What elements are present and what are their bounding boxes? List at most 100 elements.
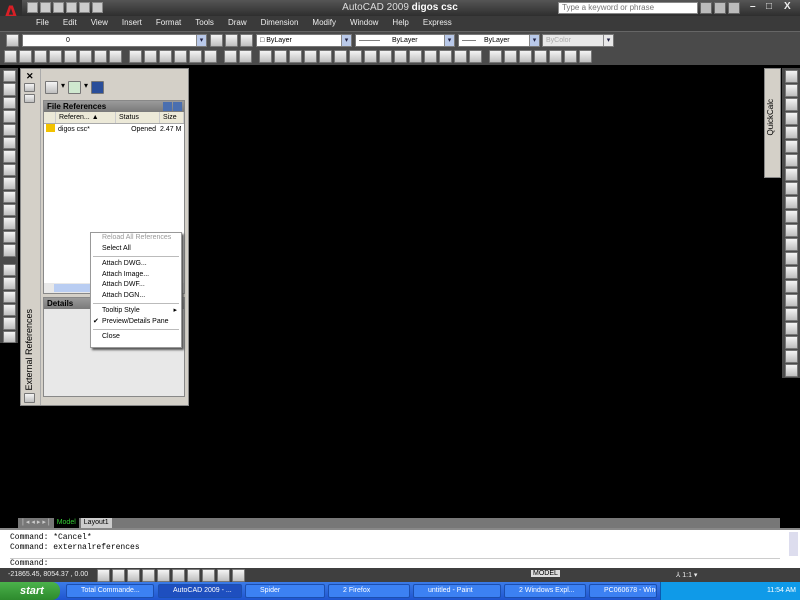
draw-tool-icon[interactable]: [2, 96, 16, 110]
tree-view-icon[interactable]: [173, 102, 182, 111]
undo-icon[interactable]: [79, 2, 90, 13]
draw-tool-icon[interactable]: [2, 290, 16, 303]
draw-tool-icon[interactable]: [2, 150, 16, 163]
menu-insert[interactable]: Insert: [115, 16, 149, 31]
toolbar-tool-icon[interactable]: [204, 50, 217, 63]
modify-tool-icon[interactable]: [784, 350, 798, 363]
draw-tool-icon[interactable]: [2, 190, 16, 204]
toolbar-tool-icon[interactable]: [364, 50, 377, 63]
taskbar-item[interactable]: Total Commande...: [66, 584, 154, 598]
context-menu-item[interactable]: Reload All References: [91, 233, 181, 244]
modify-tool-icon[interactable]: [784, 322, 798, 335]
column-status[interactable]: Status: [116, 112, 160, 123]
menu-express[interactable]: Express: [416, 16, 459, 31]
toolbar-tool-icon[interactable]: [79, 50, 92, 63]
draw-tool-icon[interactable]: [2, 230, 16, 244]
layer-state-icon[interactable]: [240, 34, 253, 47]
toolbar-tool-icon[interactable]: [504, 50, 517, 63]
toolbar-tool-icon[interactable]: [34, 50, 47, 63]
context-menu-item[interactable]: Attach DWF...: [91, 280, 181, 291]
draw-tool-icon[interactable]: [2, 263, 16, 277]
modify-tool-icon[interactable]: [784, 70, 798, 83]
draw-tool-icon[interactable]: [2, 317, 16, 330]
close-icon[interactable]: ✕: [26, 71, 34, 82]
context-menu-item[interactable]: Attach DGN...: [91, 291, 181, 302]
toolbar-tool-icon[interactable]: [409, 50, 422, 63]
status-toggle-icon[interactable]: [157, 569, 170, 582]
modify-tool-icon[interactable]: [784, 252, 798, 265]
model-space-button[interactable]: MODEL: [531, 570, 560, 577]
vertical-scrollbar[interactable]: [789, 532, 798, 556]
tab-model[interactable]: Model: [53, 518, 79, 528]
toolbar-tool-icon[interactable]: [304, 50, 317, 63]
layer-manager-icon[interactable]: [6, 34, 19, 47]
modify-tool-icon[interactable]: [784, 294, 798, 307]
modify-tool-icon[interactable]: [784, 238, 798, 251]
help-icon[interactable]: [91, 81, 105, 94]
table-row[interactable]: digos csc* Opened 2.47 M: [44, 124, 184, 135]
toolbar-tool-icon[interactable]: [94, 50, 107, 63]
context-menu-item[interactable]: ✔ Preview/Details Pane: [91, 317, 181, 328]
modify-tool-icon[interactable]: [784, 182, 798, 195]
toolbar-tool-icon[interactable]: [144, 50, 157, 63]
maximize-button[interactable]: □: [766, 1, 772, 12]
linetype-dropdown[interactable]: ——— ByLayer ▾: [355, 34, 455, 47]
draw-tool-icon[interactable]: [2, 303, 16, 317]
menu-help[interactable]: Help: [385, 16, 415, 31]
toolbar-tool-icon[interactable]: [259, 50, 272, 63]
modify-tool-icon[interactable]: [784, 336, 798, 349]
toolbar-tool-icon[interactable]: [519, 50, 532, 63]
menu-modify[interactable]: Modify: [305, 16, 343, 31]
close-button[interactable]: X: [784, 1, 791, 12]
modify-tool-icon[interactable]: [784, 210, 798, 223]
toolbar-tool-icon[interactable]: [439, 50, 452, 63]
status-toggle-icon[interactable]: [217, 569, 230, 582]
column-size[interactable]: Size: [160, 112, 184, 123]
draw-tool-icon[interactable]: [2, 277, 16, 290]
taskbar-item[interactable]: Spider: [245, 584, 325, 598]
modify-tool-icon[interactable]: [784, 140, 798, 153]
taskbar-item[interactable]: untitled - Paint: [413, 584, 501, 598]
print-icon[interactable]: [66, 2, 77, 13]
status-toggle-icon[interactable]: [202, 569, 215, 582]
draw-tool-icon[interactable]: [2, 110, 16, 123]
context-menu-item[interactable]: Attach DWG...: [91, 259, 181, 270]
taskbar-item[interactable]: PC060678 - Wind...: [589, 584, 657, 598]
taskbar-item[interactable]: 2 Windows Expl...: [504, 584, 586, 598]
draw-tool-icon[interactable]: [2, 177, 16, 190]
toolbar-tool-icon[interactable]: [319, 50, 332, 63]
tab-layout1[interactable]: Layout1: [80, 518, 112, 528]
modify-tool-icon[interactable]: [784, 84, 798, 97]
modify-tool-icon[interactable]: [784, 154, 798, 167]
status-toggle-icon[interactable]: [172, 569, 185, 582]
menu-edit[interactable]: Edit: [56, 16, 84, 31]
toolbar-tool-icon[interactable]: [239, 50, 252, 63]
taskbar-item[interactable]: 2 Firefox: [328, 584, 410, 598]
toolbar-tool-icon[interactable]: [469, 50, 482, 63]
context-menu-item[interactable]: Close: [91, 332, 181, 343]
toolbar-tool-icon[interactable]: [424, 50, 437, 63]
toolbar-tool-icon[interactable]: [394, 50, 407, 63]
modify-tool-icon[interactable]: [784, 266, 798, 279]
favorites-icon[interactable]: [728, 2, 740, 14]
layer-dropdown[interactable]: 0 ▾: [22, 34, 207, 47]
start-button[interactable]: start: [0, 582, 60, 600]
status-toggle-icon[interactable]: [142, 569, 155, 582]
draw-tool-icon[interactable]: [2, 244, 16, 257]
draw-tool-icon[interactable]: [2, 83, 16, 96]
toolbar-tool-icon[interactable]: [489, 50, 502, 63]
save-icon[interactable]: [53, 2, 64, 13]
draw-tool-icon[interactable]: [2, 217, 16, 230]
modify-tool-icon[interactable]: [784, 126, 798, 139]
status-toggle-icon[interactable]: [187, 569, 200, 582]
toolbar-tool-icon[interactable]: [4, 50, 17, 63]
toolbar-tool-icon[interactable]: [454, 50, 467, 63]
toolbar-tool-icon[interactable]: [174, 50, 187, 63]
toolbar-tool-icon[interactable]: [579, 50, 592, 63]
color-dropdown[interactable]: □ ByLayer ▾: [256, 34, 352, 47]
status-toggle-icon[interactable]: [97, 569, 110, 582]
menu-tools[interactable]: Tools: [188, 16, 221, 31]
modify-tool-icon[interactable]: [784, 308, 798, 321]
subscription-icon[interactable]: [714, 2, 726, 14]
taskbar-item[interactable]: AutoCAD 2009 - ...: [158, 584, 242, 598]
